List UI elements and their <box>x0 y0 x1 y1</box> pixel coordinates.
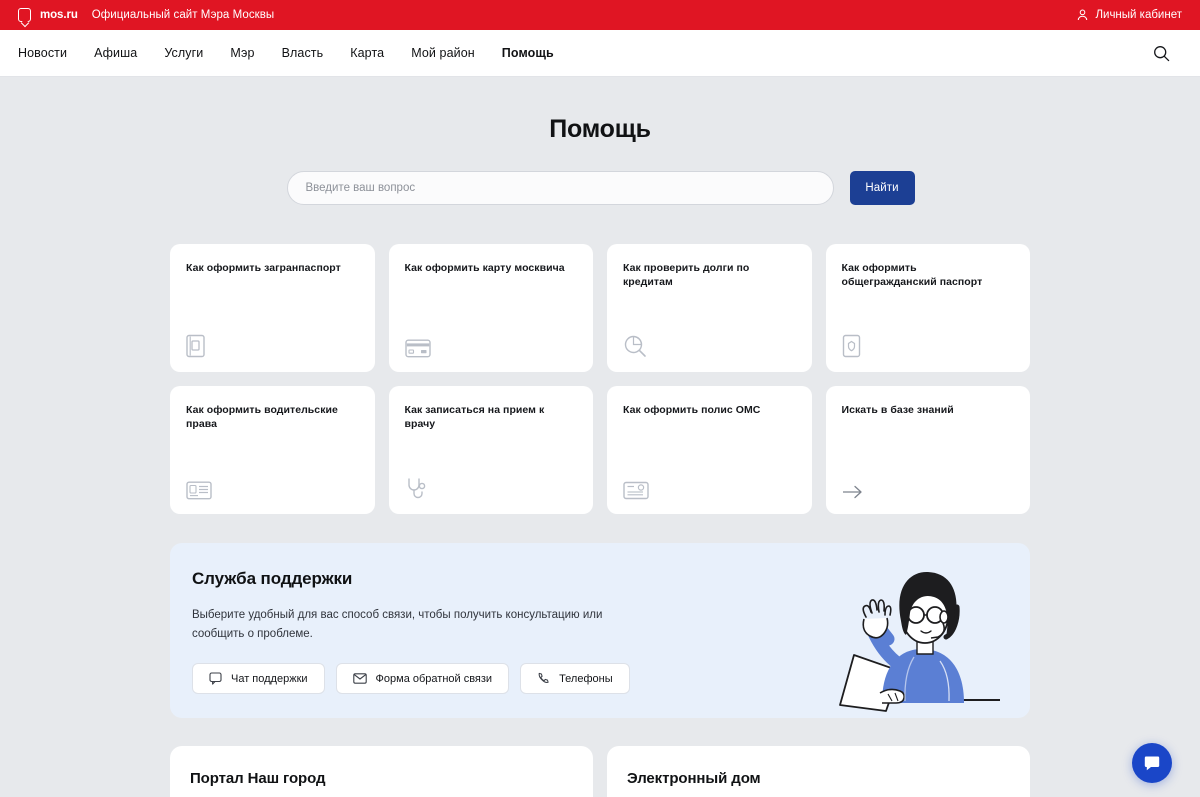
quick-card-baza-znaniy[interactable]: Искать в базе знаний <box>825 386 1030 514</box>
top-bar: mos.ru Официальный сайт Мэра Москвы Личн… <box>0 0 1200 30</box>
quick-card-title: Как записаться на прием к врачу <box>404 404 545 431</box>
support-description: Выберите удобный для вас способ связи, ч… <box>192 609 603 640</box>
quick-card-title: Искать в базе знаний <box>841 404 954 416</box>
chat-bubble-icon <box>1144 756 1160 771</box>
account-link[interactable]: Личный кабинет <box>1077 0 1182 30</box>
nav-item-help[interactable]: Помощь <box>502 46 575 60</box>
nav-item-authority[interactable]: Власть <box>282 46 345 60</box>
chat-widget-button[interactable] <box>1132 743 1172 783</box>
quick-card-karta-moskvicha[interactable]: Как оформить карту москвича <box>388 244 593 372</box>
support-phones-button[interactable]: Телефоны <box>520 663 630 695</box>
bottom-card-elektronnyy-dom[interactable]: Электронный дом Вызовите мастера или соо… <box>607 746 1030 797</box>
search-input[interactable] <box>286 171 834 205</box>
account-label: Личный кабинет <box>1095 9 1182 21</box>
nav-item-map[interactable]: Карта <box>350 46 405 60</box>
quick-cards-row-1: Как оформить загранпаспорт Как оформить … <box>170 244 1030 372</box>
quick-card-title: Как оформить водительские права <box>186 404 338 431</box>
support-button-label: Телефоны <box>559 672 613 685</box>
arrow-right-icon <box>842 474 1015 500</box>
page-title: Помощь <box>549 115 651 143</box>
quick-card-title: Как оформить загранпаспорт <box>186 262 341 274</box>
quick-cards-area: Как оформить загранпаспорт Как оформить … <box>170 244 1030 514</box>
support-chat-button[interactable]: Чат поддержки <box>192 663 325 695</box>
logo-text: mos.ru <box>40 9 78 21</box>
page-content: Помощь Найти Как оформить загранпаспорт … <box>0 77 1200 797</box>
quick-cards-row-2: Как оформить водительские права Как запи… <box>170 386 1030 514</box>
help-search-row: Найти <box>0 171 1200 205</box>
nav-item-services[interactable]: Услуги <box>164 46 224 60</box>
quick-card-priem-k-vrachu[interactable]: Как записаться на прием к врачу <box>388 386 593 514</box>
insurance-card-icon <box>623 474 796 500</box>
quick-card-title: Как оформить карту москвича <box>404 262 565 274</box>
quick-card-obshchegrazhdanskiy-pasport[interactable]: Как оформить общегражданский паспорт <box>825 244 1030 372</box>
nav-item-my-district[interactable]: Мой район <box>411 46 496 60</box>
quick-card-dolgi-po-kreditam[interactable]: Как проверить долги по кредитам <box>607 244 812 372</box>
main-navigation: Новости Афиша Услуги Мэр Власть Карта Мо… <box>0 30 1200 77</box>
support-button-label: Чат поддержки <box>231 672 308 685</box>
support-feedback-form-button[interactable]: Форма обратной связи <box>335 663 510 695</box>
passport-icon <box>186 332 359 358</box>
support-operator-illustration <box>839 571 1000 712</box>
quick-card-title: Как проверить долги по кредитам <box>623 262 750 289</box>
search-submit-button[interactable]: Найти <box>849 171 915 205</box>
nav-items: Новости Афиша Услуги Мэр Власть Карта Мо… <box>18 46 581 60</box>
chat-icon <box>209 672 222 685</box>
nav-item-news[interactable]: Новости <box>18 46 88 60</box>
stethoscope-icon <box>405 474 578 500</box>
envelope-icon <box>352 673 367 684</box>
support-section: Служба поддержки Выберите удобный для ва… <box>170 543 1030 718</box>
nav-item-afisha[interactable]: Афиша <box>94 46 158 60</box>
quick-card-title: Как оформить общегражданский паспорт <box>841 262 983 289</box>
bottom-card-title: Портал Наш город <box>190 770 326 787</box>
bottom-card-title: Электронный дом <box>627 770 761 787</box>
phone-icon <box>538 673 549 684</box>
bank-card-icon <box>404 332 578 358</box>
search-icon[interactable] <box>1150 42 1172 64</box>
bottom-cards-row: Портал Наш город Сообщите коммунальным и… <box>170 746 1030 797</box>
support-button-label: Форма обратной связи <box>375 672 493 685</box>
quick-card-polis-oms[interactable]: Как оформить полис ОМС <box>607 386 812 514</box>
nav-item-mayor[interactable]: Мэр <box>230 46 275 60</box>
quick-card-zagranpasport[interactable]: Как оформить загранпаспорт <box>170 244 375 372</box>
driver-license-icon <box>186 474 359 500</box>
quick-card-voditelskie-prava[interactable]: Как оформить водительские права <box>170 386 375 514</box>
site-slogan: Официальный сайт Мэра Москвы <box>91 9 275 21</box>
bottom-card-nash-gorod[interactable]: Портал Наш город Сообщите коммунальным и… <box>170 746 593 797</box>
user-icon <box>1078 9 1088 21</box>
mos-shield-icon <box>18 8 31 22</box>
site-logo[interactable]: mos.ru <box>18 8 78 22</box>
magnifier-chart-icon <box>623 332 796 358</box>
passport-ru-icon <box>842 332 1015 358</box>
quick-card-title: Как оформить полис ОМС <box>623 404 761 416</box>
